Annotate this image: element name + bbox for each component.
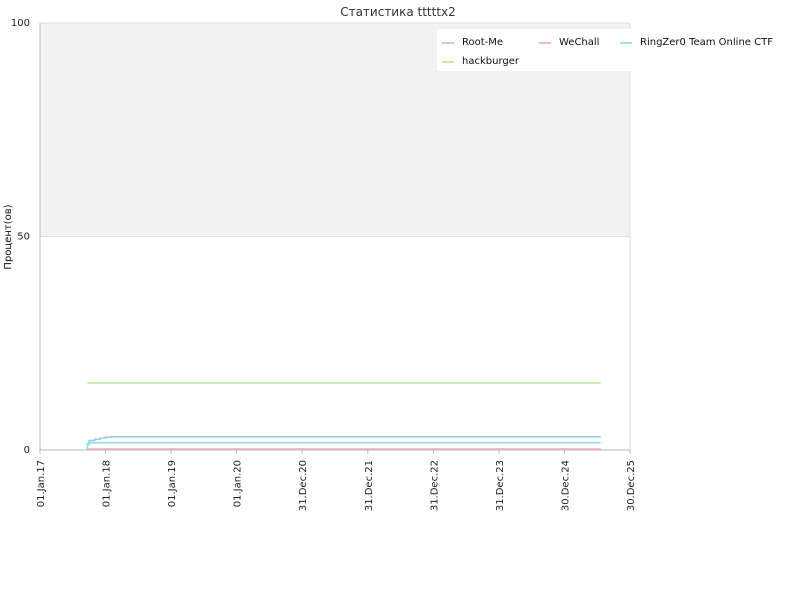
x-tick-label: 30.Dec.25	[626, 460, 637, 511]
legend-label: WeChall	[559, 37, 599, 48]
x-tick-label: 30.Dec.24	[560, 460, 571, 511]
y-tick-label: 100	[11, 18, 30, 29]
legend-label: hackburger	[462, 56, 520, 67]
y-tick-label: 0	[24, 445, 30, 456]
legend-label: Root-Me	[462, 37, 503, 48]
x-tick-label: 31.Dec.21	[364, 460, 375, 511]
y-tick-label: 50	[17, 232, 30, 243]
x-ticks: 01.Jan.17 01.Jan.18 01.Jan.19 01.Jan.20 31.D…	[36, 450, 637, 511]
legend-label: RingZer0 Team Online CTF	[640, 37, 773, 48]
y-axis-label: Процент(ов)	[3, 204, 14, 269]
plot-band-lower	[40, 236, 630, 450]
legend: Root-Me WeChall RingZer0 Team Online CTF ha…	[437, 29, 782, 71]
x-tick-label: 31.Dec.23	[495, 460, 506, 511]
x-tick-label: 31.Dec.22	[429, 460, 440, 511]
x-tick-label: 01.Jan.17	[36, 460, 47, 507]
x-tick-label: 01.Jan.20	[233, 460, 244, 507]
chart: Статистика tttttx2 Процент(ов) 0 50 100 01…	[3, 5, 782, 511]
x-tick-label: 31.Dec.20	[298, 460, 309, 511]
chart-title: Статистика tttttx2	[340, 5, 456, 19]
x-tick-label: 01.Jan.19	[167, 460, 178, 507]
x-tick-label: 01.Jan.18	[102, 460, 113, 507]
